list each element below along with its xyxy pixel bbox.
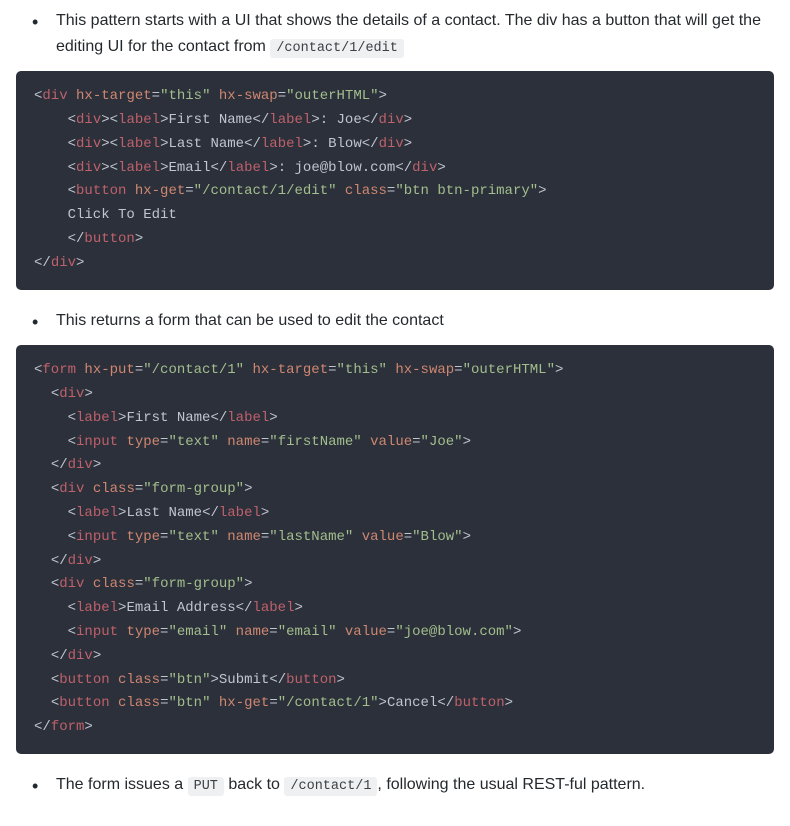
bullet-item-3: The form issues a PUT back to /contact/1…	[44, 772, 774, 798]
code-block-1: <div hx-target="this" hx-swap="outerHTML…	[16, 71, 774, 289]
code-block-2: <form hx-put="/contact/1" hx-target="thi…	[16, 345, 774, 754]
bullet-text: This returns a form that can be used to …	[56, 312, 444, 329]
bullet-list-1: This pattern starts with a UI that shows…	[16, 8, 774, 59]
bullet-text: This pattern starts with a UI that shows…	[56, 12, 761, 55]
inline-code: /contact/1	[284, 777, 377, 796]
inline-code: PUT	[188, 777, 224, 796]
bullet-text: The form issues a	[56, 776, 188, 793]
bullet-list-3: The form issues a PUT back to /contact/1…	[16, 772, 774, 798]
bullet-item-2: This returns a form that can be used to …	[44, 308, 774, 334]
bullet-text: , following the usual REST-ful pattern.	[377, 776, 645, 793]
inline-code: /contact/1/edit	[270, 39, 404, 58]
bullet-text: back to	[224, 776, 284, 793]
bullet-list-2: This returns a form that can be used to …	[16, 308, 774, 334]
bullet-item-1: This pattern starts with a UI that shows…	[44, 8, 774, 59]
